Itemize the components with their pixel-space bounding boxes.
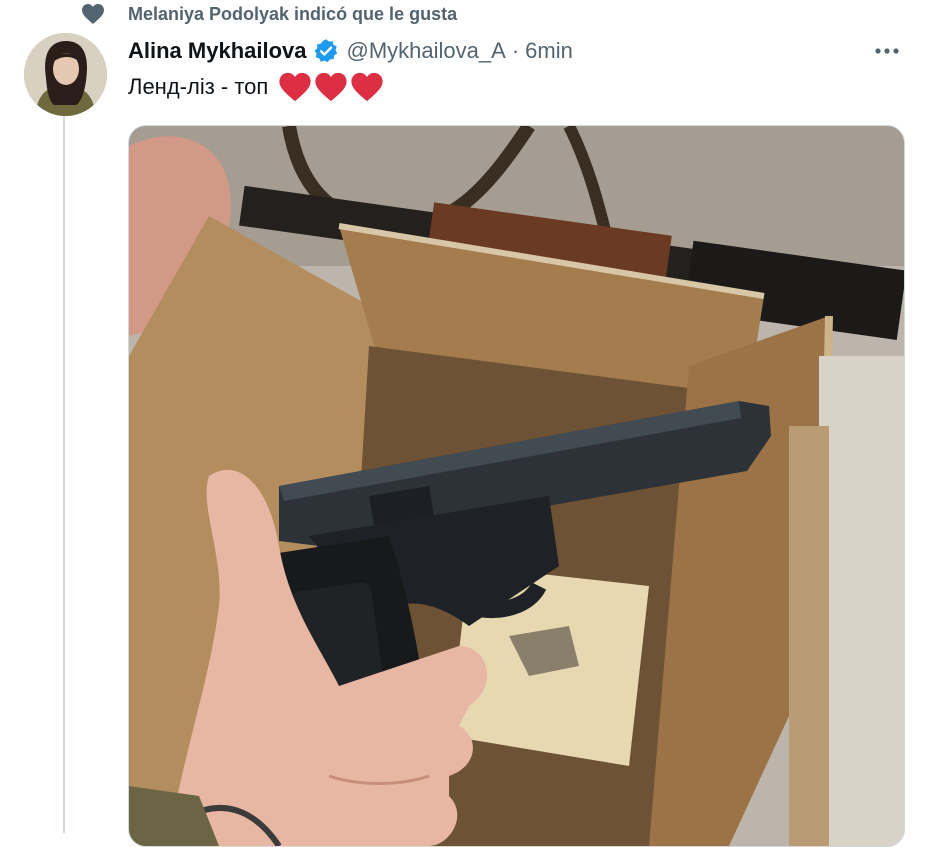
author-handle[interactable]: @Mykhailova_A [347, 38, 506, 64]
red-heart-emoji-icon [279, 72, 311, 102]
red-heart-emoji-icon [315, 72, 347, 102]
tweet-body: Ленд-ліз - топ [128, 74, 269, 99]
thread-line [63, 116, 65, 833]
more-icon[interactable] [869, 33, 905, 69]
author-name[interactable]: Alina Mykhailova [128, 38, 307, 64]
verified-badge-icon [313, 37, 341, 65]
social-context-text[interactable]: Melaniya Podolyak indicó que le gusta [128, 4, 457, 25]
tweet-header: Alina Mykhailova @Mykhailova_A · 6min [128, 33, 915, 69]
timestamp[interactable]: 6min [525, 38, 573, 64]
separator-dot: · [511, 38, 520, 63]
tweet-text: Ленд-ліз - топ [128, 68, 386, 106]
tweet-photo[interactable] [128, 125, 905, 847]
emoji-hearts [278, 71, 386, 103]
avatar[interactable] [24, 33, 107, 116]
heart-icon [80, 1, 106, 27]
red-heart-emoji-icon [351, 72, 383, 102]
social-context: Melaniya Podolyak indicó que le gusta [80, 0, 457, 28]
